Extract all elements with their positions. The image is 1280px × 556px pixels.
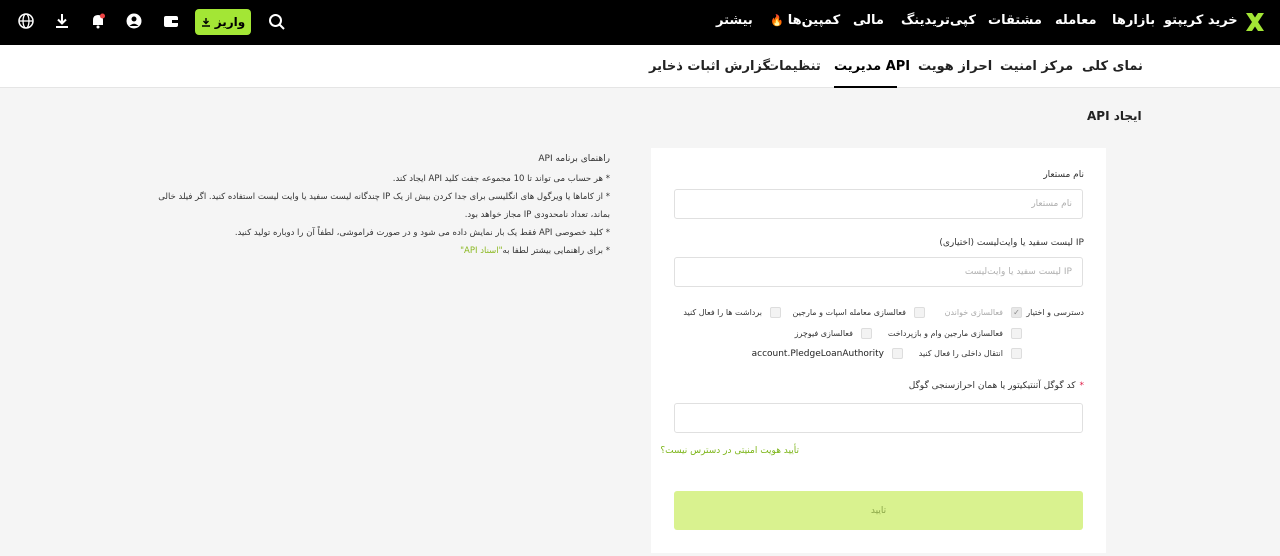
perm-label: فعالسازی فیوچرز <box>794 329 853 338</box>
perm-label: برداشت ها را فعال کنید <box>683 308 762 317</box>
checkbox[interactable] <box>1011 328 1022 339</box>
perm-label: فعالسازی خواندن <box>944 308 1003 317</box>
api-docs-link[interactable]: "اسناد API" <box>460 246 502 256</box>
perm-futures[interactable]: فعالسازی فیوچرز <box>795 328 872 339</box>
globe-icon[interactable] <box>17 12 35 30</box>
page-title: ایجاد API <box>1087 109 1142 123</box>
fire-icon: 🔥 <box>770 14 784 27</box>
guide-item-text: * برای راهنمایی بیشتر لطفا به <box>502 246 610 256</box>
checkbox[interactable] <box>770 307 781 318</box>
nav-derivatives[interactable]: مشتقات <box>988 13 1042 28</box>
perm-pledge-loan[interactable]: account.PledgeLoanAuthority <box>752 348 903 359</box>
checkbox[interactable] <box>914 307 925 318</box>
tab-overview[interactable]: نمای کلی <box>1082 59 1143 74</box>
user-icon[interactable] <box>125 12 143 30</box>
nav-more[interactable]: بیشتر <box>716 13 753 28</box>
wallet-icon[interactable] <box>162 12 180 30</box>
deposit-button[interactable]: واریز <box>195 9 251 35</box>
perm-label: فعالسازی معامله اسپات و مارجین <box>792 308 906 317</box>
tab-settings[interactable]: تنظیمات <box>766 59 821 74</box>
nav-buy-crypto[interactable]: خرید کریپتو <box>1164 13 1238 28</box>
name-input[interactable] <box>674 189 1083 219</box>
download-icon <box>201 18 210 27</box>
deposit-label: واریز <box>214 15 246 29</box>
perm-label: account.PledgeLoanAuthority <box>751 348 884 359</box>
perm-read[interactable]: ✓ فعالسازی خواندن <box>945 307 1022 318</box>
tab-security-center[interactable]: مرکز امنیت <box>1000 59 1073 74</box>
account-subnav: نمای کلی مرکز امنیت احراز هویت مدیریت AP… <box>0 45 1280 88</box>
tab-identity-verification[interactable]: احراز هویت <box>918 59 992 74</box>
app-download-icon[interactable] <box>53 12 71 30</box>
confirm-button[interactable]: تایید <box>674 491 1083 530</box>
guide-item: * برای راهنمایی بیشتر لطفا به"اسناد API" <box>150 242 610 260</box>
top-navbar: خرید کریپتو بازارها معامله مشتقات کپی‌تر… <box>0 0 1280 45</box>
permissions-label: دسترسی و اختیار <box>1026 308 1084 317</box>
perm-internal-transfer[interactable]: انتقال داخلی را فعال کنید <box>919 348 1022 359</box>
perm-label: انتقال داخلی را فعال کنید <box>918 349 1003 358</box>
twofa-label-text: کد گوگل آتنتیکیتور یا همان احرازسنجی گوگ… <box>908 381 1076 391</box>
nav-finance[interactable]: مالی <box>853 13 884 28</box>
checkbox-checked[interactable]: ✓ <box>1011 307 1022 318</box>
perm-margin-loan[interactable]: فعالسازی مارجین وام و بازپرداخت <box>888 328 1022 339</box>
twofa-label: *کد گوگل آتنتیکیتور یا همان احرازسنجی گو… <box>909 381 1084 391</box>
required-mark: * <box>1079 381 1085 391</box>
guide-item: * کلید خصوصی API فقط یک بار نمایش داده م… <box>234 228 610 238</box>
guide-item: * از کاماها یا ویرگول های انگلیسی برای ج… <box>158 192 610 220</box>
checkbox[interactable] <box>1011 348 1022 359</box>
perm-label: فعالسازی مارجین وام و بازپرداخت <box>887 329 1003 338</box>
security-verification-unavailable-link[interactable]: تأیید هویت امنیتی در دسترس نیست؟ <box>660 446 799 456</box>
tab-api-management[interactable]: مدیریت API <box>834 59 910 74</box>
perm-spot-margin-trade[interactable]: فعالسازی معامله اسپات و مارجین <box>793 307 925 318</box>
search-icon[interactable] <box>268 13 286 31</box>
nav-trade[interactable]: معامله <box>1055 13 1097 28</box>
active-tab-indicator <box>834 86 897 88</box>
nav-markets[interactable]: بازارها <box>1112 13 1155 28</box>
bell-icon[interactable] <box>89 12 107 30</box>
ip-whitelist-input[interactable] <box>674 257 1083 287</box>
guide-item: * هر حساب می تواند تا 10 مجموعه جفت کلید… <box>392 174 610 184</box>
tab-proof-of-reserves[interactable]: گزارش اثبات ذخایر <box>649 59 770 74</box>
nav-campaigns-label: کمپین‌ها <box>787 13 841 28</box>
create-api-form: نام مستعار IP لیست سفید یا وایت‌لیست (اخ… <box>651 148 1106 553</box>
nav-campaigns[interactable]: 🔥 کمپین‌ها <box>770 13 840 28</box>
google-2fa-input[interactable] <box>674 403 1083 433</box>
checkbox[interactable] <box>892 348 903 359</box>
logo-x-icon[interactable] <box>1243 10 1267 34</box>
nav-copy-trading[interactable]: کپی‌تریدینگ <box>901 13 976 28</box>
guide-title: راهنمای برنامه API <box>538 154 610 164</box>
ip-label: IP لیست سفید یا وایت‌لیست (اختیاری) <box>939 238 1084 248</box>
api-guide: راهنمای برنامه API * هر حساب می تواند تا… <box>150 150 610 260</box>
perm-withdraw[interactable]: برداشت ها را فعال کنید <box>683 307 781 318</box>
checkbox[interactable] <box>861 328 872 339</box>
name-label: نام مستعار <box>1043 170 1084 180</box>
